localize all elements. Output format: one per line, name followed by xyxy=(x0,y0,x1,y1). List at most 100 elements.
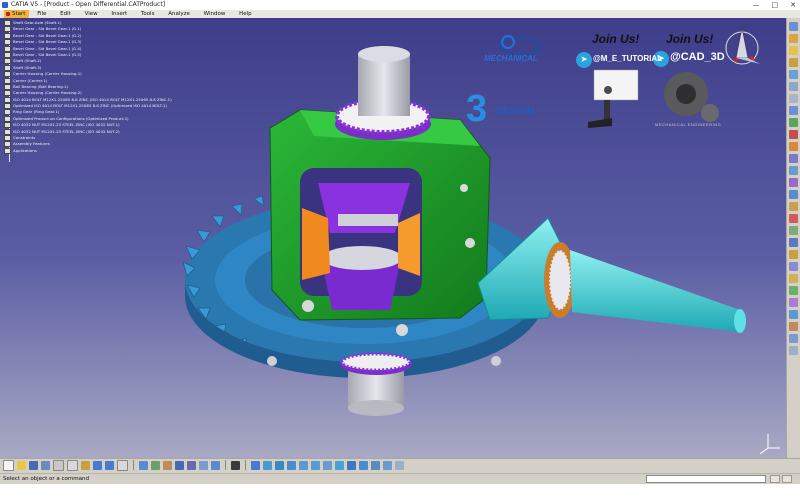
fix-together-icon[interactable] xyxy=(789,226,798,235)
pan-icon[interactable] xyxy=(275,460,284,470)
top-shaft[interactable] xyxy=(335,46,431,140)
quick-constraint-icon[interactable] xyxy=(789,238,798,247)
part-icon xyxy=(4,51,11,58)
part-insert-icon[interactable] xyxy=(789,58,798,67)
new-icon[interactable] xyxy=(3,459,14,471)
specification-tree[interactable]: Shaft Gear-Axle (Shaft.1) Bevel Gear - S… xyxy=(4,20,304,162)
toolbar-separator xyxy=(133,460,134,470)
iso-view-icon[interactable] xyxy=(347,460,356,470)
angle-icon[interactable] xyxy=(789,202,798,211)
catalog-icon[interactable] xyxy=(163,460,172,470)
close-icon[interactable]: ✕ xyxy=(790,0,796,10)
reuse-pattern-icon[interactable] xyxy=(789,274,798,283)
scan-icon[interactable] xyxy=(199,460,208,470)
measure-icon[interactable] xyxy=(789,322,798,331)
generate-numbering-icon[interactable] xyxy=(789,106,798,115)
telegram-handle: @CAD_3D xyxy=(670,51,725,63)
minimize-icon[interactable]: — xyxy=(753,0,760,10)
part-icon xyxy=(4,64,11,71)
copy-icon[interactable] xyxy=(67,459,78,471)
menu-edit[interactable]: Edit xyxy=(54,10,77,18)
command-stop-button[interactable] xyxy=(782,475,792,483)
law-icon[interactable] xyxy=(187,460,196,470)
part-icon xyxy=(4,109,11,116)
3d-viewport[interactable]: Shaft Gear-Axle (Shaft.1) Bevel Gear - S… xyxy=(0,18,786,458)
flexible-icon[interactable] xyxy=(789,250,798,259)
snap-icon[interactable] xyxy=(789,130,798,139)
product-icon[interactable] xyxy=(789,46,798,55)
menu-help[interactable]: Help xyxy=(233,10,258,18)
scene-icon[interactable] xyxy=(789,298,798,307)
lower-shaft[interactable] xyxy=(340,352,412,416)
space-analysis-icon[interactable] xyxy=(789,346,798,355)
shading-icon[interactable] xyxy=(359,460,368,470)
menu-window[interactable]: Window xyxy=(198,10,232,18)
menu-file[interactable]: File xyxy=(31,10,52,18)
zoom-out-icon[interactable] xyxy=(311,460,320,470)
part-icon xyxy=(4,32,11,39)
3ds-word: DESIGN xyxy=(496,106,535,117)
menu-analyze[interactable]: Analyze xyxy=(162,10,196,18)
whats-this-icon[interactable] xyxy=(117,459,128,471)
pinion-gear[interactable] xyxy=(477,217,746,333)
fly-mode-icon[interactable] xyxy=(251,460,260,470)
save-icon[interactable] xyxy=(29,460,38,470)
hide-icon[interactable] xyxy=(371,460,380,470)
fit-all-icon[interactable] xyxy=(263,460,272,470)
annotation-icon[interactable] xyxy=(789,310,798,319)
cut-icon[interactable] xyxy=(53,459,64,471)
knowledge-icon[interactable] xyxy=(151,460,160,470)
tree-node[interactable]: Applications xyxy=(4,147,304,154)
rotate-icon[interactable] xyxy=(287,460,296,470)
redo-icon[interactable] xyxy=(105,460,114,470)
undo-icon[interactable] xyxy=(93,460,102,470)
command-history-button[interactable] xyxy=(770,475,780,483)
maximize-icon[interactable]: □ xyxy=(772,0,779,10)
menu-view[interactable]: View xyxy=(79,10,104,18)
zoom-in-icon[interactable] xyxy=(299,460,308,470)
section-icon[interactable] xyxy=(789,334,798,343)
graph-tree-icon[interactable] xyxy=(789,94,798,103)
command-input[interactable] xyxy=(646,475,766,483)
menu-tools[interactable]: Tools xyxy=(135,10,161,18)
part-icon xyxy=(4,71,11,78)
offset-icon[interactable] xyxy=(789,190,798,199)
print-icon[interactable] xyxy=(41,460,50,470)
right-toolbar xyxy=(786,18,800,458)
existing-component-icon[interactable] xyxy=(789,70,798,79)
product-structure-icon[interactable] xyxy=(789,22,798,31)
coincidence-icon[interactable] xyxy=(789,166,798,175)
part-icon xyxy=(4,128,11,135)
part-icon xyxy=(4,122,11,129)
replace-component-icon[interactable] xyxy=(789,82,798,91)
component-icon[interactable] xyxy=(789,34,798,43)
explode-icon[interactable] xyxy=(789,142,798,151)
camera-icon[interactable] xyxy=(231,460,240,470)
mechanical-logo-text: MECHANICAL xyxy=(484,54,538,63)
contact-icon[interactable] xyxy=(789,178,798,187)
design-table-icon[interactable] xyxy=(175,460,184,470)
part-icon xyxy=(4,103,11,110)
menu-start[interactable]: Start xyxy=(4,10,30,18)
menu-insert[interactable]: Insert xyxy=(105,10,133,18)
fix-icon[interactable] xyxy=(789,214,798,223)
formula-icon[interactable] xyxy=(139,460,148,470)
clash-icon[interactable] xyxy=(789,154,798,163)
paste-icon[interactable] xyxy=(81,460,90,470)
toolbar-separator xyxy=(245,460,246,470)
manipulation-icon[interactable] xyxy=(789,118,798,127)
open-icon[interactable] xyxy=(17,460,26,470)
part-icon xyxy=(4,39,11,46)
update-icon[interactable] xyxy=(789,286,798,295)
normal-view-icon[interactable] xyxy=(323,460,332,470)
multi-view-icon[interactable] xyxy=(335,460,344,470)
part-icon xyxy=(4,115,11,122)
mechanical-engineering-text: MECHANICAL ENGINEERING xyxy=(655,122,722,127)
hide-show-icon[interactable] xyxy=(211,460,220,470)
view-mode-icon[interactable] xyxy=(395,460,404,470)
change-constraint-icon[interactable] xyxy=(789,262,798,271)
swap-visible-space-icon[interactable] xyxy=(383,460,392,470)
part-icon xyxy=(4,77,11,84)
compass-icon[interactable] xyxy=(725,27,760,65)
part-icon xyxy=(4,26,11,33)
